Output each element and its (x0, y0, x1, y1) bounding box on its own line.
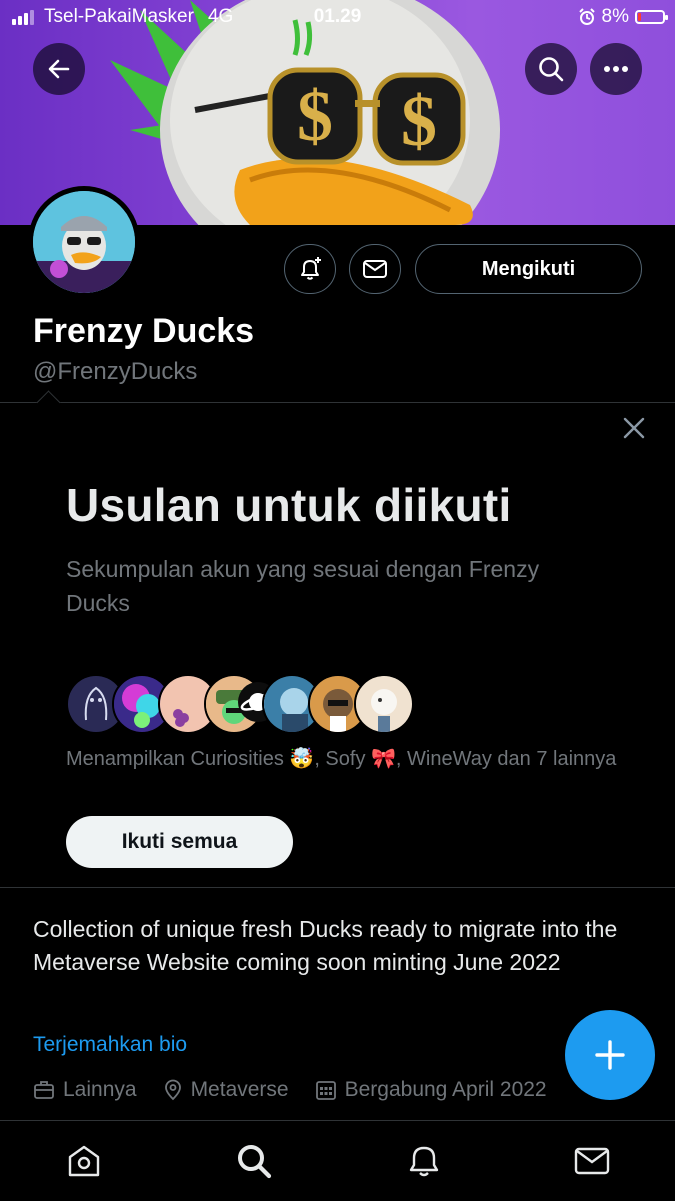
suggestions-title: Usulan untuk diikuti (66, 479, 512, 531)
profile-bio: Collection of unique fresh Ducks ready t… (33, 916, 618, 975)
popover-caret (36, 390, 61, 415)
status-bar: Tsel-PakaiMasker 4G 01.29 8% (0, 0, 675, 34)
suggested-accounts-summary: Menampilkan Curiosities 🤯, Sofy 🎀, WineW… (66, 748, 617, 770)
search-button[interactable] (525, 43, 577, 95)
following-button[interactable]: Mengikuti (415, 244, 642, 294)
avatar-image (33, 191, 135, 293)
category-item: Lainnya (33, 1078, 137, 1102)
notify-button[interactable] (284, 244, 336, 294)
profile-handle: @FrenzyDucks (33, 358, 198, 385)
nav-notifications[interactable] (402, 1139, 446, 1183)
battery-icon (635, 10, 668, 24)
svg-text:$: $ (401, 81, 437, 161)
follow-all-button[interactable]: Ikuti semua (66, 816, 293, 868)
home-icon (68, 1145, 100, 1177)
dismiss-suggestions-button[interactable] (620, 414, 648, 442)
briefcase-icon (34, 1081, 54, 1099)
more-button[interactable] (590, 43, 642, 95)
plus-icon (595, 1040, 625, 1070)
bottom-navigation (0, 1120, 675, 1201)
close-icon (623, 417, 645, 439)
translate-bio-link[interactable]: Terjemahkan bio (33, 1033, 187, 1057)
back-button[interactable] (33, 43, 85, 95)
category-label: Lainnya (63, 1078, 137, 1101)
compose-tweet-button[interactable] (565, 1010, 655, 1100)
profile-name: Frenzy Ducks (33, 312, 255, 350)
location-label: Metaverse (190, 1078, 289, 1101)
arrow-left-icon (48, 59, 70, 79)
section-divider (0, 887, 675, 888)
clock: 01.29 (313, 6, 362, 27)
calendar-icon (315, 1081, 336, 1100)
more-horizontal-icon (604, 66, 628, 72)
suggestions-subtitle: Sekumpulan akun yang sesuai dengan Frenz… (66, 556, 540, 616)
notifications-icon (409, 1146, 439, 1177)
message-button[interactable] (349, 244, 401, 294)
joined-label: Bergabung April 2022 (344, 1078, 547, 1101)
nav-messages[interactable] (570, 1139, 614, 1183)
search-icon (238, 1145, 272, 1179)
mail-icon (363, 260, 387, 278)
location-pin-icon (164, 1079, 181, 1101)
nav-home[interactable] (62, 1139, 106, 1183)
location-item: Metaverse (163, 1078, 289, 1102)
search-icon (539, 57, 564, 82)
joined-item: Bergabung April 2022 (315, 1078, 547, 1102)
nav-search[interactable] (232, 1139, 276, 1183)
section-divider (0, 402, 675, 403)
bell-plus-icon (301, 257, 321, 280)
messages-icon (574, 1147, 610, 1175)
profile-meta: Lainnya Metaverse Bergabung April 2022 (33, 1078, 547, 1102)
svg-text:$: $ (297, 76, 333, 156)
battery-percent: 8% (601, 6, 629, 27)
profile-avatar[interactable] (28, 186, 140, 298)
suggested-avatar (354, 674, 414, 734)
alarm-icon (578, 8, 595, 25)
